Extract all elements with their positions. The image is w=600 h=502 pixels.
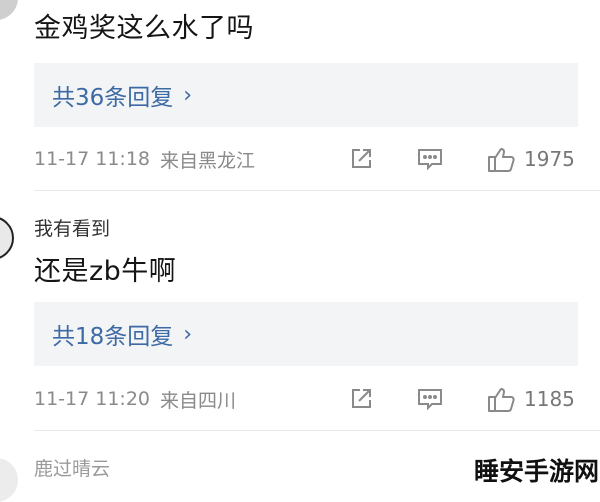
share-icon[interactable] bbox=[348, 146, 374, 172]
comment-icon[interactable] bbox=[416, 146, 444, 172]
like-count: 1185 bbox=[524, 387, 575, 411]
avatar[interactable] bbox=[0, 0, 18, 20]
divider bbox=[34, 430, 600, 431]
thumbs-up-icon bbox=[486, 145, 516, 173]
reply-count-label: 共36条回复 bbox=[52, 85, 174, 111]
avatar[interactable] bbox=[0, 216, 14, 260]
divider bbox=[34, 190, 600, 191]
like-button[interactable]: 1975 bbox=[486, 146, 575, 172]
comment-meta: 11-17 11:20 来自四川 1185 bbox=[34, 384, 580, 414]
like-count: 1975 bbox=[524, 147, 575, 171]
like-button[interactable]: 1185 bbox=[486, 386, 575, 412]
username[interactable]: 我有看到 bbox=[34, 214, 110, 241]
username[interactable]: 鹿过晴云 bbox=[34, 454, 110, 481]
watermark: 睡安手游网 bbox=[474, 457, 600, 486]
share-icon[interactable] bbox=[348, 386, 374, 412]
reply-count-label: 共18条回复 bbox=[52, 324, 174, 350]
view-replies-button[interactable]: 共18条回复 › bbox=[34, 302, 578, 366]
timestamp: 11-17 11:18 bbox=[34, 148, 151, 170]
timestamp: 11-17 11:20 bbox=[34, 388, 151, 410]
location: 来自四川 bbox=[160, 389, 237, 412]
thumbs-up-icon bbox=[486, 385, 516, 413]
location: 来自黑龙江 bbox=[160, 149, 256, 172]
comment-content: 金鸡奖这么水了吗 bbox=[34, 13, 254, 44]
comment-icon[interactable] bbox=[416, 386, 444, 412]
view-replies-button[interactable]: 共36条回复 › bbox=[34, 63, 578, 127]
comment-meta: 11-17 11:18 来自黑龙江 1975 bbox=[34, 144, 580, 174]
comment-content: 还是zb牛啊 bbox=[34, 256, 177, 287]
chevron-right-icon: › bbox=[183, 321, 193, 347]
chevron-right-icon: › bbox=[183, 82, 193, 108]
avatar[interactable] bbox=[0, 458, 18, 502]
